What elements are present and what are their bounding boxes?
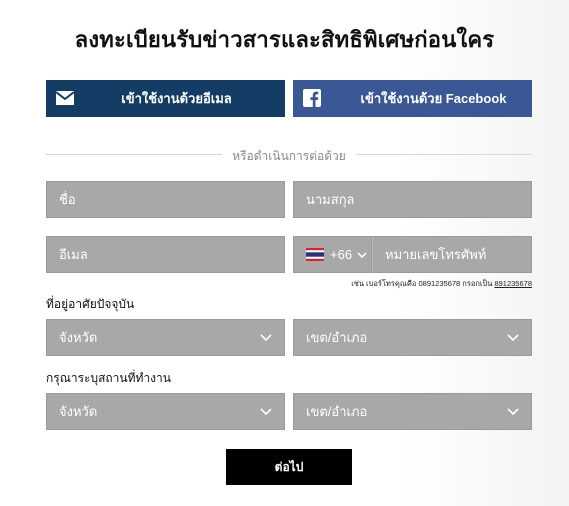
work-location-label: กรุณาระบุสถานที่ทำงาน — [46, 371, 171, 385]
chevron-down-icon — [260, 408, 272, 416]
work-district-select[interactable]: เขต/อำเภอ — [293, 393, 532, 430]
email-input[interactable]: อีเมล — [46, 236, 285, 273]
or-divider: หรือดำเนินการต่อด้วย — [46, 148, 532, 163]
thailand-flag-icon — [306, 248, 324, 261]
email-login-label: เข้าใช้งานด้วยอีเมล — [121, 91, 232, 106]
country-code-select[interactable]: +66 — [293, 236, 372, 273]
phone-hint-text: เช่น เบอร์โทรคุณคือ 0891235678 กรอกเป็น — [351, 279, 493, 288]
chevron-down-icon — [260, 334, 272, 342]
facebook-login-label: เข้าใช้งานด้วย Facebook — [360, 91, 507, 106]
phone-hint-example: 891235678 — [494, 279, 532, 288]
email-placeholder: อีเมล — [59, 247, 88, 262]
residence-label: ที่อยู่อาศัยปัจจุบัน — [46, 297, 135, 311]
phone-input[interactable]: หมายเลขโทรศัพท์ — [372, 236, 532, 273]
chevron-down-icon — [357, 251, 367, 258]
next-button[interactable]: ต่อไป — [226, 449, 352, 485]
country-code-value: +66 — [330, 247, 353, 262]
email-login-button[interactable]: เข้าใช้งานด้วยอีเมล — [46, 80, 285, 117]
phone-hint: เช่น เบอร์โทรคุณคือ 0891235678 กรอกเป็น … — [293, 278, 532, 290]
work-district-value: เขต/อำเภอ — [306, 404, 368, 419]
divider-text: หรือดำเนินการต่อด้วย — [232, 149, 346, 163]
residence-province-select[interactable]: จังหวัด — [46, 319, 285, 356]
first-name-placeholder: ชื่อ — [59, 192, 76, 207]
facebook-icon — [303, 89, 321, 107]
chevron-down-icon — [507, 408, 519, 416]
last-name-placeholder: นามสกุล — [306, 192, 355, 207]
facebook-login-button[interactable]: เข้าใช้งานด้วย Facebook — [293, 80, 532, 117]
chevron-down-icon — [507, 334, 519, 342]
phone-placeholder: หมายเลขโทรศัพท์ — [385, 247, 487, 262]
page-title: ลงทะเบียนรับข่าวสารและสิทธิพิเศษก่อนใคร — [74, 27, 495, 52]
first-name-input[interactable]: ชื่อ — [46, 181, 285, 218]
work-province-select[interactable]: จังหวัด — [46, 393, 285, 430]
last-name-input[interactable]: นามสกุล — [293, 181, 532, 218]
residence-district-select[interactable]: เขต/อำเภอ — [293, 319, 532, 356]
work-province-value: จังหวัด — [59, 404, 98, 419]
divider-line-right — [356, 154, 532, 155]
residence-district-value: เขต/อำเภอ — [306, 330, 368, 345]
envelope-icon — [56, 91, 74, 105]
residence-province-value: จังหวัด — [59, 330, 98, 345]
